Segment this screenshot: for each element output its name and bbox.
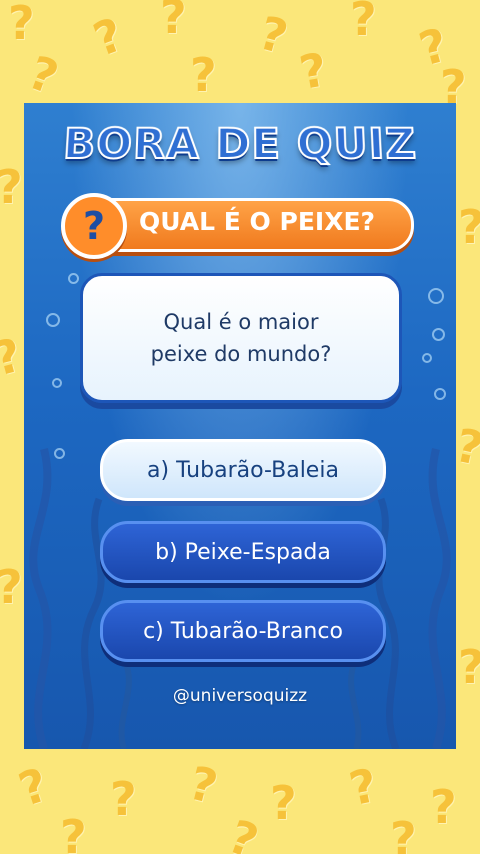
question-mark-icon: ? — [8, 0, 35, 50]
question-box: Qual é o maior peixe do mundo? — [80, 273, 402, 403]
question-mark-icon: ? — [160, 0, 187, 44]
account-handle: @universoquizz — [172, 686, 308, 706]
question-mark-icon: ? — [21, 45, 66, 105]
question-mark-icon: ? — [12, 757, 55, 817]
category-banner: ? QUAL É O PEIXE? — [61, 193, 414, 259]
bubble — [432, 328, 445, 341]
category-label: QUAL É O PEIXE? — [139, 207, 376, 236]
option-a-button[interactable]: a) Tubarão-Baleia — [100, 439, 386, 501]
quiz-card: BORA DE QUIZ ? QUAL É O PEIXE? Qual é o … — [24, 103, 456, 749]
bubble — [52, 378, 62, 388]
question-mark-icon: ? — [270, 776, 297, 830]
question-mark-icon: ? — [0, 560, 23, 614]
bubble — [68, 273, 79, 284]
option-a-label: a) Tubarão-Baleia — [147, 457, 339, 483]
bubble — [54, 448, 65, 459]
question-text: Qual é o maior peixe do mundo? — [150, 310, 332, 366]
bubble — [46, 313, 60, 327]
bubble — [428, 288, 444, 304]
question-mark-icon: ? — [61, 193, 127, 259]
quiz-title: BORA DE QUIZ — [61, 118, 419, 169]
question-mark-icon: ? — [295, 42, 332, 100]
question-mark-icon: ? — [190, 48, 217, 102]
bubble — [434, 388, 446, 400]
question-mark-icon: ? — [350, 0, 377, 46]
question-mark-icon: ? — [60, 810, 87, 854]
question-mark-icon: ? — [253, 5, 294, 65]
bubble — [422, 353, 432, 363]
question-mark-icon: ? — [458, 200, 480, 254]
option-b-button[interactable]: b) Peixe-Espada — [100, 521, 386, 583]
option-b-label: b) Peixe-Espada — [155, 539, 331, 565]
option-c-button[interactable]: c) Tubarão-Branco — [100, 600, 386, 662]
question-mark-icon: ? — [0, 160, 23, 214]
option-c-label: c) Tubarão-Branco — [143, 618, 343, 644]
question-mark-icon: ? — [110, 772, 137, 826]
question-mark-icon: ? — [430, 780, 457, 834]
question-mark-icon: ? — [221, 809, 266, 854]
question-mark-icon: ? — [86, 7, 131, 67]
question-mark-icon: ? — [458, 640, 480, 694]
question-mark-icon: ? — [344, 757, 383, 817]
question-mark-icon: ? — [390, 812, 417, 854]
question-mark-icon: ? — [183, 755, 223, 815]
